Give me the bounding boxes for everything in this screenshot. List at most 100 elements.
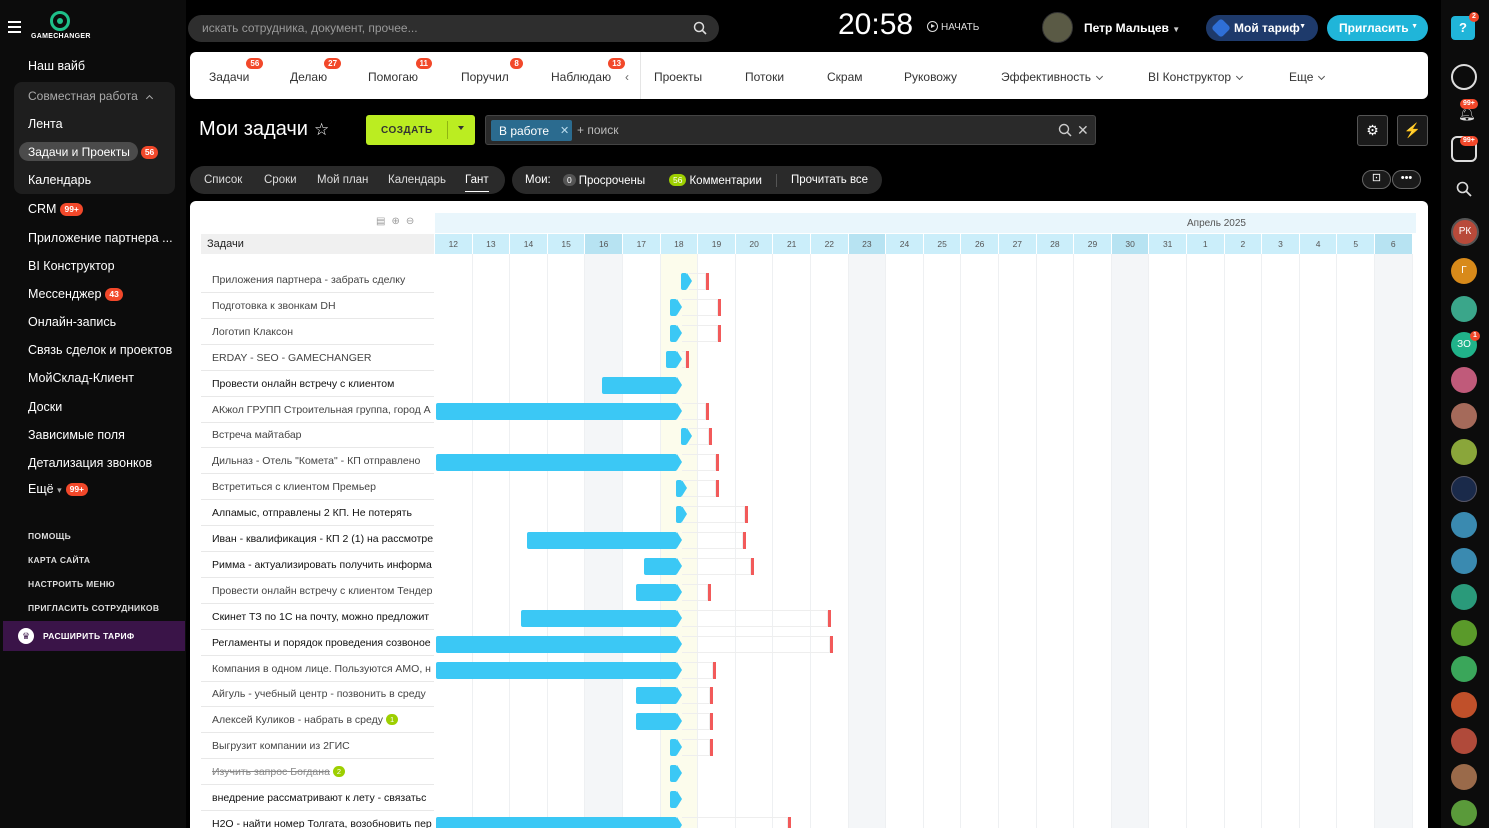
sidebar-item-bi[interactable]: BI Конструктор (28, 259, 115, 273)
task-bar[interactable] (670, 324, 682, 342)
task-bar[interactable] (636, 583, 682, 601)
deadline-marker[interactable] (830, 635, 833, 653)
contact-card-icon[interactable] (1451, 512, 1477, 538)
task-title[interactable]: Изучить запрос Богдана 2 (212, 766, 346, 778)
automation-button[interactable]: ⚡ (1397, 115, 1428, 146)
task-row[interactable]: Провести онлайн встречу с клиентом Тенде… (201, 578, 434, 604)
tab-flows[interactable]: Потоки (745, 70, 784, 84)
copilot-icon[interactable] (1451, 64, 1477, 90)
contact-card-icon[interactable] (1451, 728, 1477, 754)
deadline-marker[interactable] (751, 557, 754, 575)
deadline-marker[interactable] (710, 739, 713, 757)
clear-icon[interactable]: ✕ (1077, 122, 1089, 139)
deadline-marker[interactable] (686, 350, 689, 368)
zoom-in-icon[interactable]: ⊕ (391, 216, 405, 227)
tab-efficiency[interactable]: Эффективность (1001, 70, 1104, 84)
sidebar-item-tasks[interactable]: Задачи и Проекты 56 (28, 145, 159, 160)
task-bar[interactable] (521, 609, 682, 627)
deadline-marker[interactable] (706, 402, 709, 420)
task-bar[interactable] (436, 661, 682, 679)
start-workday-button[interactable]: НАЧАТЬ (927, 21, 979, 33)
star-icon[interactable]: ☆ (314, 120, 329, 140)
task-bar[interactable] (436, 454, 682, 472)
task-row[interactable]: Приложения партнера - забрать сделку (201, 267, 434, 293)
comments-counter[interactable]: 56 Комментарии (669, 174, 762, 187)
sidebar-item-boards[interactable]: Доски (28, 400, 62, 414)
search-icon[interactable] (693, 21, 707, 35)
tab-managing[interactable]: Руковожу (904, 70, 957, 84)
task-bar[interactable] (436, 402, 682, 420)
filter-search-bar[interactable]: В работе ✕ + поиск ✕ (485, 115, 1096, 145)
sidebar-item-more[interactable]: Ещё ▾ 99+ (28, 482, 89, 497)
deadline-marker[interactable] (710, 687, 713, 705)
sidebar-item-our-vibe[interactable]: Наш вайб (28, 59, 85, 73)
sidebar-item-calendar[interactable]: Календарь (28, 173, 91, 187)
contact-card-icon[interactable] (1451, 620, 1477, 646)
task-row[interactable]: ERDAY - SEO - GAMECHANGER (201, 345, 434, 371)
deadline-marker[interactable] (745, 506, 748, 524)
deadline-marker[interactable] (718, 298, 721, 316)
logo[interactable]: GAMECHANGER (31, 11, 90, 43)
tab-projects[interactable]: Проекты (654, 70, 702, 84)
deadline-marker[interactable] (716, 454, 719, 472)
task-bar[interactable] (644, 557, 682, 575)
tab-more[interactable]: Еще (1289, 70, 1326, 84)
invite-employees-link[interactable]: ПРИГЛАСИТЬ СОТРУДНИКОВ (28, 603, 159, 613)
task-row[interactable]: Встреча майтабар (201, 422, 434, 449)
avatar[interactable]: РК (1451, 218, 1479, 246)
sitemap-link[interactable]: КАРТА САЙТА (28, 555, 90, 565)
deadline-marker[interactable] (709, 428, 712, 446)
sidebar-item-dependent-fields[interactable]: Зависимые поля (28, 428, 125, 442)
task-title[interactable]: Алпамыс, отправлены 2 КП. Не потерять (212, 507, 412, 519)
view-gantt[interactable]: Гант (465, 174, 489, 192)
task-row[interactable]: Иван - квалификация - КП 2 (1) на рассмо… (201, 526, 434, 552)
task-row[interactable]: Регламенты и порядок проведения созвоное (201, 630, 434, 656)
task-bar[interactable] (602, 376, 682, 394)
task-title[interactable]: ERDAY - SEO - GAMECHANGER (212, 352, 371, 364)
tab-assigned[interactable]: Поручил 8 (461, 58, 523, 84)
avatar[interactable]: Г (1451, 258, 1477, 284)
openlines-icon[interactable] (1451, 476, 1477, 502)
deadline-marker[interactable] (828, 609, 831, 627)
task-row[interactable]: Логотип Клаксон (201, 319, 434, 345)
tab-observing[interactable]: Наблюдаю 13 (551, 58, 626, 84)
sidebar-item-moysklad[interactable]: МойСклад-Клиент (28, 371, 134, 385)
task-row[interactable]: Дильназ - Отель "Комета" - КП отправлено (201, 448, 434, 475)
sidebar-item-partner-app[interactable]: Приложение партнера ... (28, 231, 173, 245)
help-link[interactable]: ПОМОЩЬ (28, 531, 71, 541)
tab-bi-builder[interactable]: BI Конструктор (1148, 70, 1244, 84)
create-task-button[interactable]: СОЗДАТЬ (366, 115, 475, 145)
task-row[interactable]: Скинет ТЗ по 1С на почту, можно предложи… (201, 604, 434, 630)
task-title[interactable]: Встреча майтабар (212, 429, 302, 441)
contact-card-icon[interactable] (1451, 296, 1477, 322)
filter-search-input[interactable]: + поиск (577, 123, 618, 137)
overdue-counter[interactable]: 0 Просрочены (563, 174, 645, 187)
search-icon[interactable] (1058, 123, 1072, 137)
task-title[interactable]: Провести онлайн встречу с клиентом (212, 378, 394, 390)
task-title[interactable]: Выгрузит компании из 2ГИС (212, 740, 350, 752)
task-title[interactable]: Иван - квалификация - КП 2 (1) на рассмо… (212, 533, 433, 545)
task-title[interactable]: H2O - найти номер Толгата, возобновить п… (212, 818, 432, 828)
task-row[interactable]: Римма - актуализировать получить информа (201, 552, 434, 578)
task-title[interactable]: Приложения партнера - забрать сделку (212, 274, 405, 286)
task-title[interactable]: Логотип Клаксон (212, 326, 293, 338)
avatar[interactable] (1042, 12, 1073, 43)
task-row[interactable]: Встретиться с клиентом Премьер (201, 474, 434, 501)
task-bar[interactable] (527, 532, 682, 549)
view-calendar[interactable]: Календарь (388, 174, 446, 186)
sidebar-item-messenger[interactable]: Мессенджер 43 (28, 287, 123, 302)
robot-icon[interactable]: ⊡ (1362, 170, 1391, 189)
more-options-icon[interactable]: ••• (1392, 170, 1421, 189)
chevron-down-icon[interactable] (458, 126, 464, 130)
print-icon[interactable]: ▤ (376, 216, 391, 227)
global-search[interactable] (188, 15, 719, 42)
task-title[interactable]: Компания в одном лице. Пользуются АМО, н (212, 663, 431, 675)
tab-tasks[interactable]: Задачи 56 (209, 58, 264, 84)
task-bar[interactable] (436, 816, 682, 828)
tab-doing[interactable]: Делаю 27 (290, 58, 342, 84)
task-bar[interactable] (670, 739, 682, 757)
group-avatar-icon[interactable] (1451, 367, 1477, 393)
my-tariff-button[interactable]: Мой тариф ▼ (1206, 15, 1318, 41)
task-title[interactable]: Подготовка к звонкам DH (212, 300, 336, 312)
task-bar[interactable] (670, 298, 682, 316)
